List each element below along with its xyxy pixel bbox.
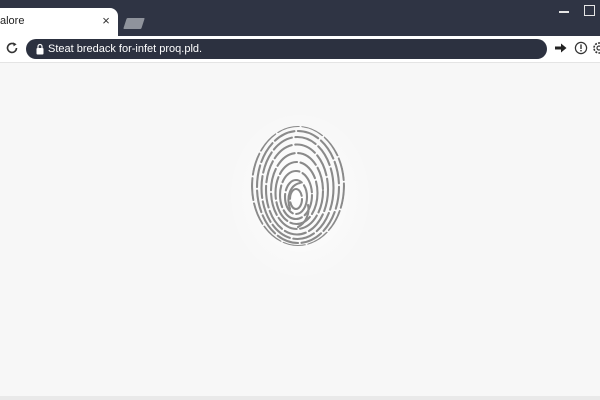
tab-strip: alore ×: [0, 0, 600, 36]
minimize-icon[interactable]: [559, 6, 570, 17]
address-bar[interactable]: Steat bredack for-infet proq.pld.: [26, 39, 547, 59]
url-text: Steat bredack for-infet proq.pld.: [48, 43, 203, 55]
info-icon[interactable]: [574, 41, 588, 55]
browser-window: alore × Steat bredack for-infet proq.pld…: [0, 0, 600, 400]
active-tab[interactable]: alore ×: [0, 8, 118, 36]
maximize-icon[interactable]: [584, 5, 595, 16]
status-strip: [0, 396, 600, 400]
fingerprint-icon[interactable]: [250, 125, 346, 247]
new-tab-icon[interactable]: [123, 18, 145, 29]
lock-icon: [36, 43, 44, 55]
browser-toolbar: Steat bredack for-infet proq.pld.: [0, 36, 600, 63]
tab-title: alore: [0, 15, 25, 27]
tab-close-icon[interactable]: ×: [100, 14, 112, 28]
reload-icon[interactable]: [5, 41, 19, 55]
page-content: [0, 63, 600, 400]
settings-icon[interactable]: [592, 41, 600, 55]
forward-icon[interactable]: [554, 41, 568, 55]
